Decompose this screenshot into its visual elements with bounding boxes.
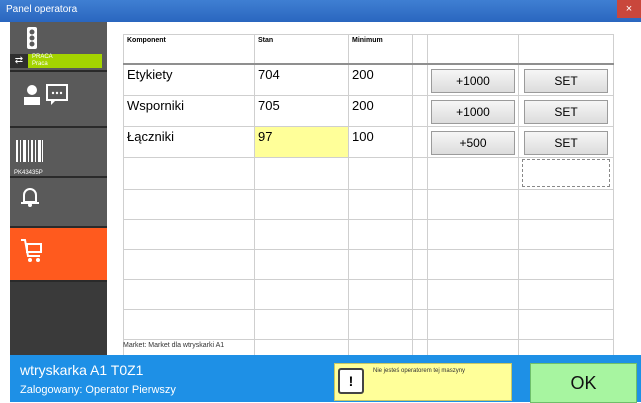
cell-add: +1000 bbox=[427, 63, 519, 96]
operator-icon bbox=[22, 84, 42, 106]
empty-row bbox=[123, 309, 614, 340]
table-header-row: Komponent Stan Minimum bbox=[123, 34, 614, 65]
header-spacer bbox=[412, 34, 428, 65]
market-label: Market: Market dla wtryskarki A1 bbox=[123, 342, 225, 349]
sidebar-alarm-button[interactable] bbox=[10, 178, 107, 228]
table-row[interactable]: Wsporniki 705 200 +1000 SET bbox=[123, 95, 614, 127]
cell-set: SET bbox=[518, 63, 614, 96]
chat-icon bbox=[46, 84, 68, 106]
set-button[interactable]: SET bbox=[524, 100, 608, 124]
cell-spacer bbox=[412, 63, 428, 96]
cart-icon bbox=[20, 238, 44, 264]
cell-set: SET bbox=[518, 95, 614, 127]
swap-arrows-icon: ⇄ bbox=[10, 54, 28, 68]
add-stock-button[interactable]: +1000 bbox=[431, 100, 515, 124]
cell-add: +1000 bbox=[427, 95, 519, 127]
cell-komponent: Wsporniki bbox=[123, 95, 255, 127]
warning-chat-icon: ! bbox=[338, 368, 364, 394]
barcode-icon bbox=[16, 140, 44, 162]
add-stock-button[interactable]: +1000 bbox=[431, 69, 515, 93]
header-add bbox=[427, 34, 519, 65]
set-button[interactable]: SET bbox=[524, 131, 608, 155]
cell-add: +500 bbox=[427, 126, 519, 158]
close-button[interactable]: × bbox=[617, 0, 641, 18]
status-sub: Praca bbox=[32, 61, 48, 67]
ok-button[interactable]: OK bbox=[530, 363, 637, 403]
table-row[interactable]: Etykiety 704 200 +1000 SET bbox=[123, 63, 614, 96]
empty-row bbox=[123, 249, 614, 280]
sidebar-status-button[interactable]: ⇄ PRACA Praca bbox=[10, 22, 107, 72]
empty-row bbox=[123, 219, 614, 250]
header-stan: Stan bbox=[254, 34, 349, 65]
table-row[interactable]: Łączniki 97 100 +500 SET bbox=[123, 126, 614, 158]
sidebar: ⇄ PRACA Praca PK43435P ⚙ bbox=[10, 22, 107, 375]
sidebar-market-button[interactable] bbox=[10, 228, 107, 282]
cell-spacer bbox=[412, 95, 428, 127]
status-label: PRACA bbox=[32, 54, 53, 60]
cell-stan-low: 97 bbox=[254, 126, 349, 158]
cell-spacer bbox=[412, 126, 428, 158]
cell-minimum: 100 bbox=[348, 126, 413, 158]
cell-stan: 704 bbox=[254, 63, 349, 96]
sidebar-operator-button[interactable] bbox=[10, 72, 107, 128]
window-titlebar: Panel operatora × bbox=[0, 0, 641, 22]
empty-row bbox=[123, 189, 614, 220]
window-title: Panel operatora bbox=[6, 4, 78, 15]
status-badge: PRACA Praca bbox=[28, 54, 102, 68]
machine-name: wtryskarka A1 T0Z1 bbox=[20, 362, 144, 378]
cell-minimum: 200 bbox=[348, 63, 413, 96]
header-set bbox=[518, 34, 614, 65]
cell-minimum: 200 bbox=[348, 95, 413, 127]
notice-text: Nie jesteś operatorem tej maszyny bbox=[373, 368, 466, 374]
traffic-light-icon bbox=[24, 26, 40, 50]
operator-notice: ! Nie jesteś operatorem tej maszyny bbox=[334, 363, 512, 401]
empty-row bbox=[123, 157, 614, 190]
focus-placeholder bbox=[522, 159, 610, 187]
empty-row bbox=[123, 279, 614, 310]
add-stock-button[interactable]: +500 bbox=[431, 131, 515, 155]
cell-set: SET bbox=[518, 126, 614, 158]
main-panel: Komponent Stan Minimum Etykiety 704 200 … bbox=[107, 22, 641, 370]
header-komponent: Komponent bbox=[123, 34, 255, 65]
sidebar-barcode-button[interactable]: PK43435P bbox=[10, 128, 107, 178]
logged-user: Zalogowany: Operator Pierwszy bbox=[20, 384, 176, 396]
cell-stan: 705 bbox=[254, 95, 349, 127]
cell-komponent: Łączniki bbox=[123, 126, 255, 158]
set-button[interactable]: SET bbox=[524, 69, 608, 93]
barcode-code: PK43435P bbox=[14, 170, 43, 176]
header-minimum: Minimum bbox=[348, 34, 413, 65]
status-footer: wtryskarka A1 T0Z1 Zalogowany: Operator … bbox=[10, 355, 641, 403]
cell-komponent: Etykiety bbox=[123, 63, 255, 96]
alarm-bell-icon bbox=[18, 184, 42, 208]
components-table: Komponent Stan Minimum Etykiety 704 200 … bbox=[123, 34, 614, 370]
